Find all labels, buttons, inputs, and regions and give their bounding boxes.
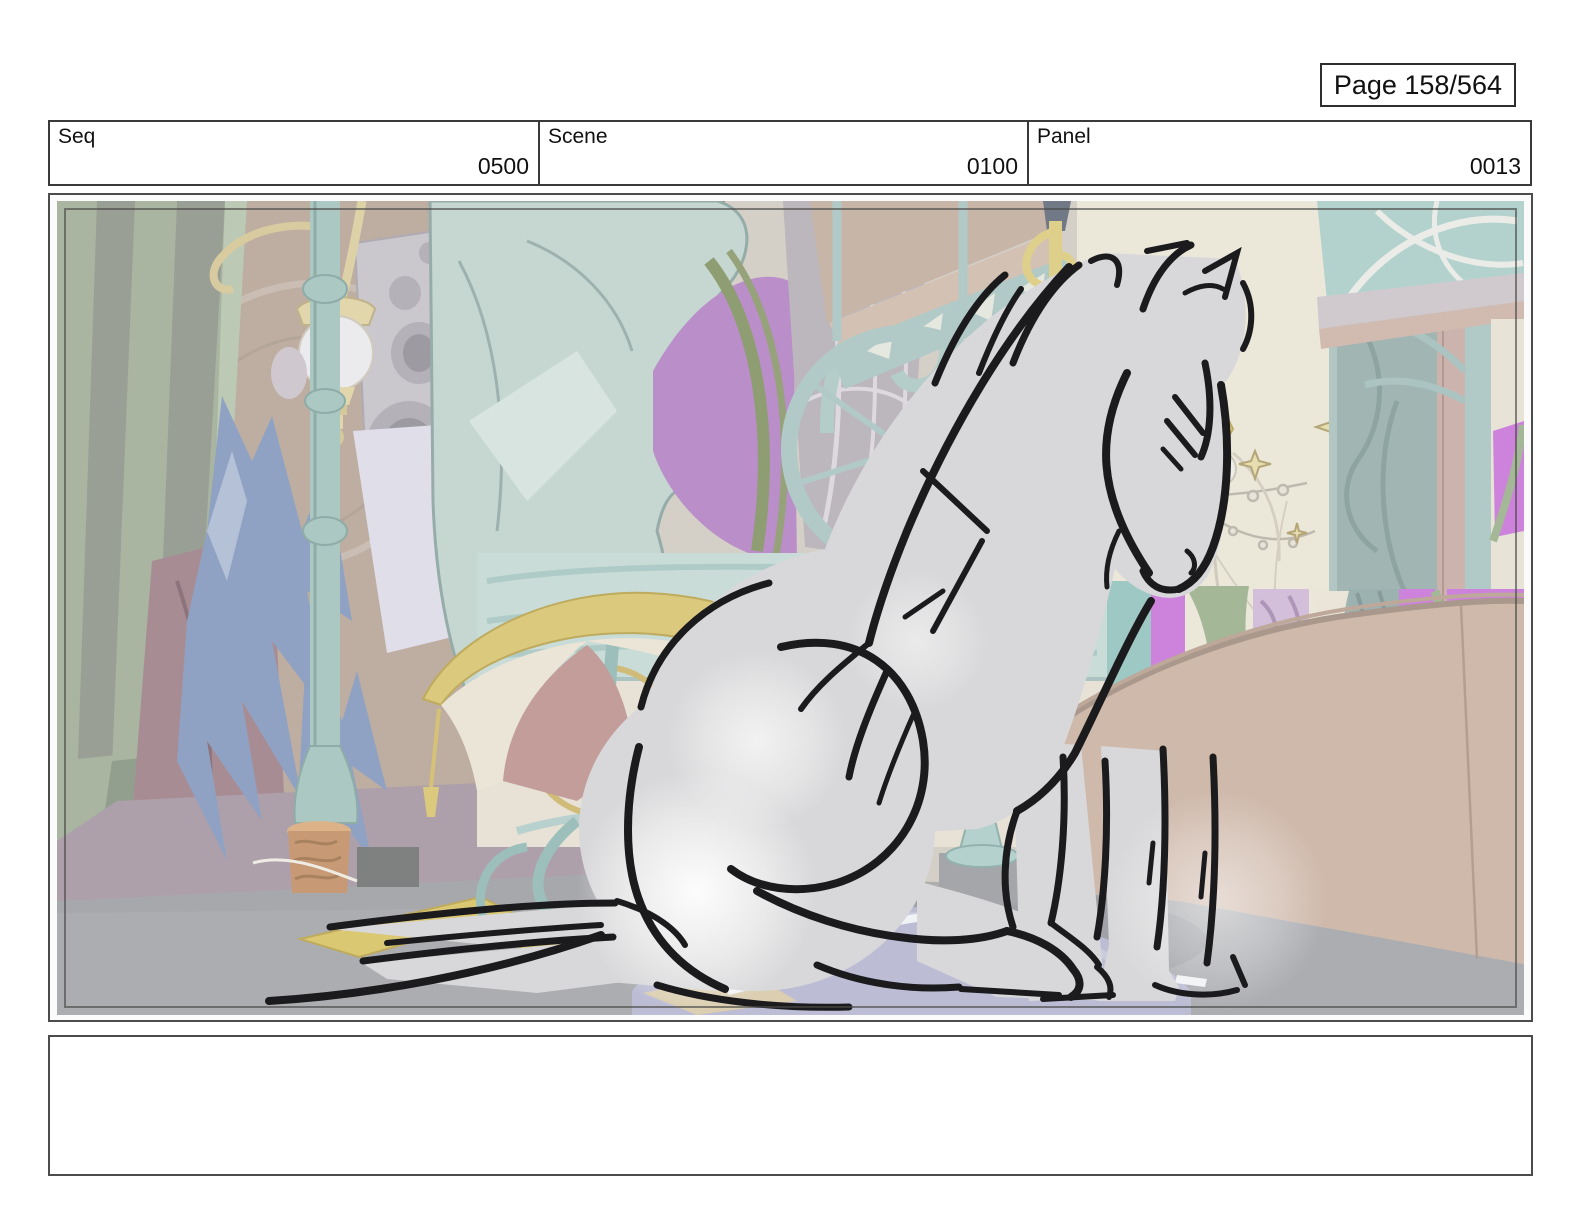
- storyboard-artwork: [57, 200, 1524, 1015]
- storyboard-panel: [48, 193, 1533, 1022]
- storyboard-drawing: [57, 200, 1524, 1015]
- page-number-box: Page 158/564: [1319, 63, 1516, 107]
- seq-value: 0500: [477, 153, 529, 179]
- storyboard-page: Page 158/564 Seq 0500 Scene 0100 Panel 0…: [0, 0, 1584, 1224]
- shot-info-table: Seq 0500 Scene 0100 Panel 0013: [48, 120, 1532, 186]
- scene-value: 0100: [966, 153, 1018, 179]
- seq-cell: Seq 0500: [50, 122, 538, 184]
- panel-value: 0013: [1469, 153, 1521, 179]
- notes-box: [48, 1035, 1533, 1176]
- panel-label: Panel: [1037, 125, 1091, 148]
- seq-label: Seq: [58, 125, 96, 148]
- scene-label: Scene: [548, 125, 608, 148]
- panel-cell: Panel 0013: [1027, 122, 1530, 184]
- scene-cell: Scene 0100: [538, 122, 1027, 184]
- page-number-label: Page 158/564: [1333, 69, 1502, 100]
